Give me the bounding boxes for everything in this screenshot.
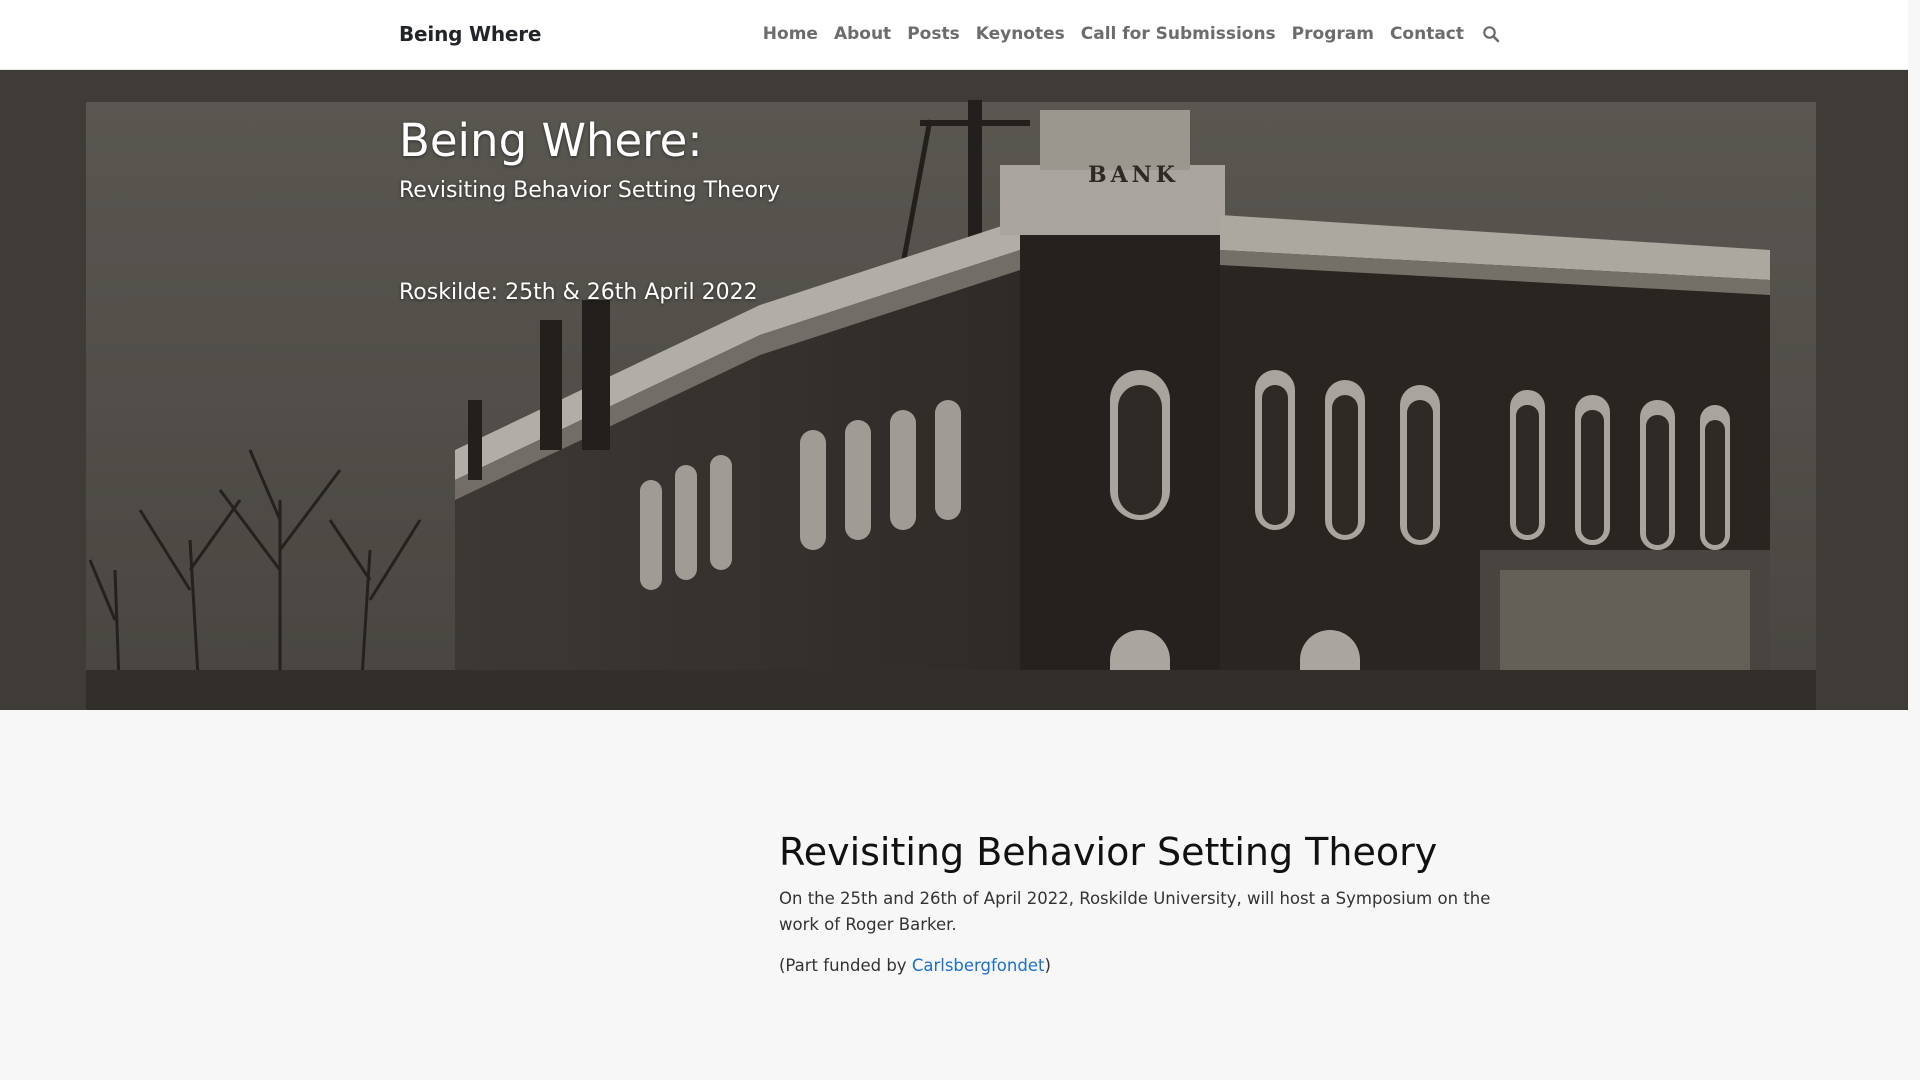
hero-title: Being Where:	[399, 114, 703, 167]
nav-link-keynotes[interactable]: Keynotes	[976, 24, 1065, 44]
nav-link-program[interactable]: Program	[1292, 24, 1374, 44]
nav-link-call-for-submissions[interactable]: Call for Submissions	[1081, 24, 1276, 44]
event-date: Roskilde: 25th & 26th April 2022	[399, 280, 758, 305]
navbar: Being Where Home About Posts Keynotes Ca…	[0, 0, 1908, 70]
nav-link-home[interactable]: Home	[763, 24, 818, 44]
hero-overlay	[0, 70, 1908, 710]
nav-link-contact[interactable]: Contact	[1390, 24, 1464, 44]
nav-link-about[interactable]: About	[834, 24, 891, 44]
funding-note: (Part funded by Carlsbergfondet)	[779, 953, 1519, 979]
hero-subtitle: Revisiting Behavior Setting Theory	[399, 178, 781, 203]
funding-prefix: (Part funded by	[779, 955, 912, 975]
hero-banner: BANK Being Where: Revisiting Behavior Se…	[0, 70, 1908, 710]
funding-suffix: )	[1044, 955, 1051, 975]
nav-links: Home About Posts Keynotes Call for Submi…	[763, 24, 1500, 44]
search-icon[interactable]	[1482, 25, 1500, 43]
page: Being Where Home About Posts Keynotes Ca…	[0, 0, 1908, 1080]
nav-link-posts[interactable]: Posts	[907, 24, 960, 44]
intro-paragraph: On the 25th and 26th of April 2022, Rosk…	[779, 888, 1491, 934]
site-brand[interactable]: Being Where	[399, 22, 541, 46]
carlsbergfondet-link[interactable]: Carlsbergfondet	[912, 956, 1045, 975]
section-heading: Revisiting Behavior Setting Theory	[779, 830, 1438, 874]
main-content: Revisiting Behavior Setting Theory On th…	[779, 830, 1519, 979]
